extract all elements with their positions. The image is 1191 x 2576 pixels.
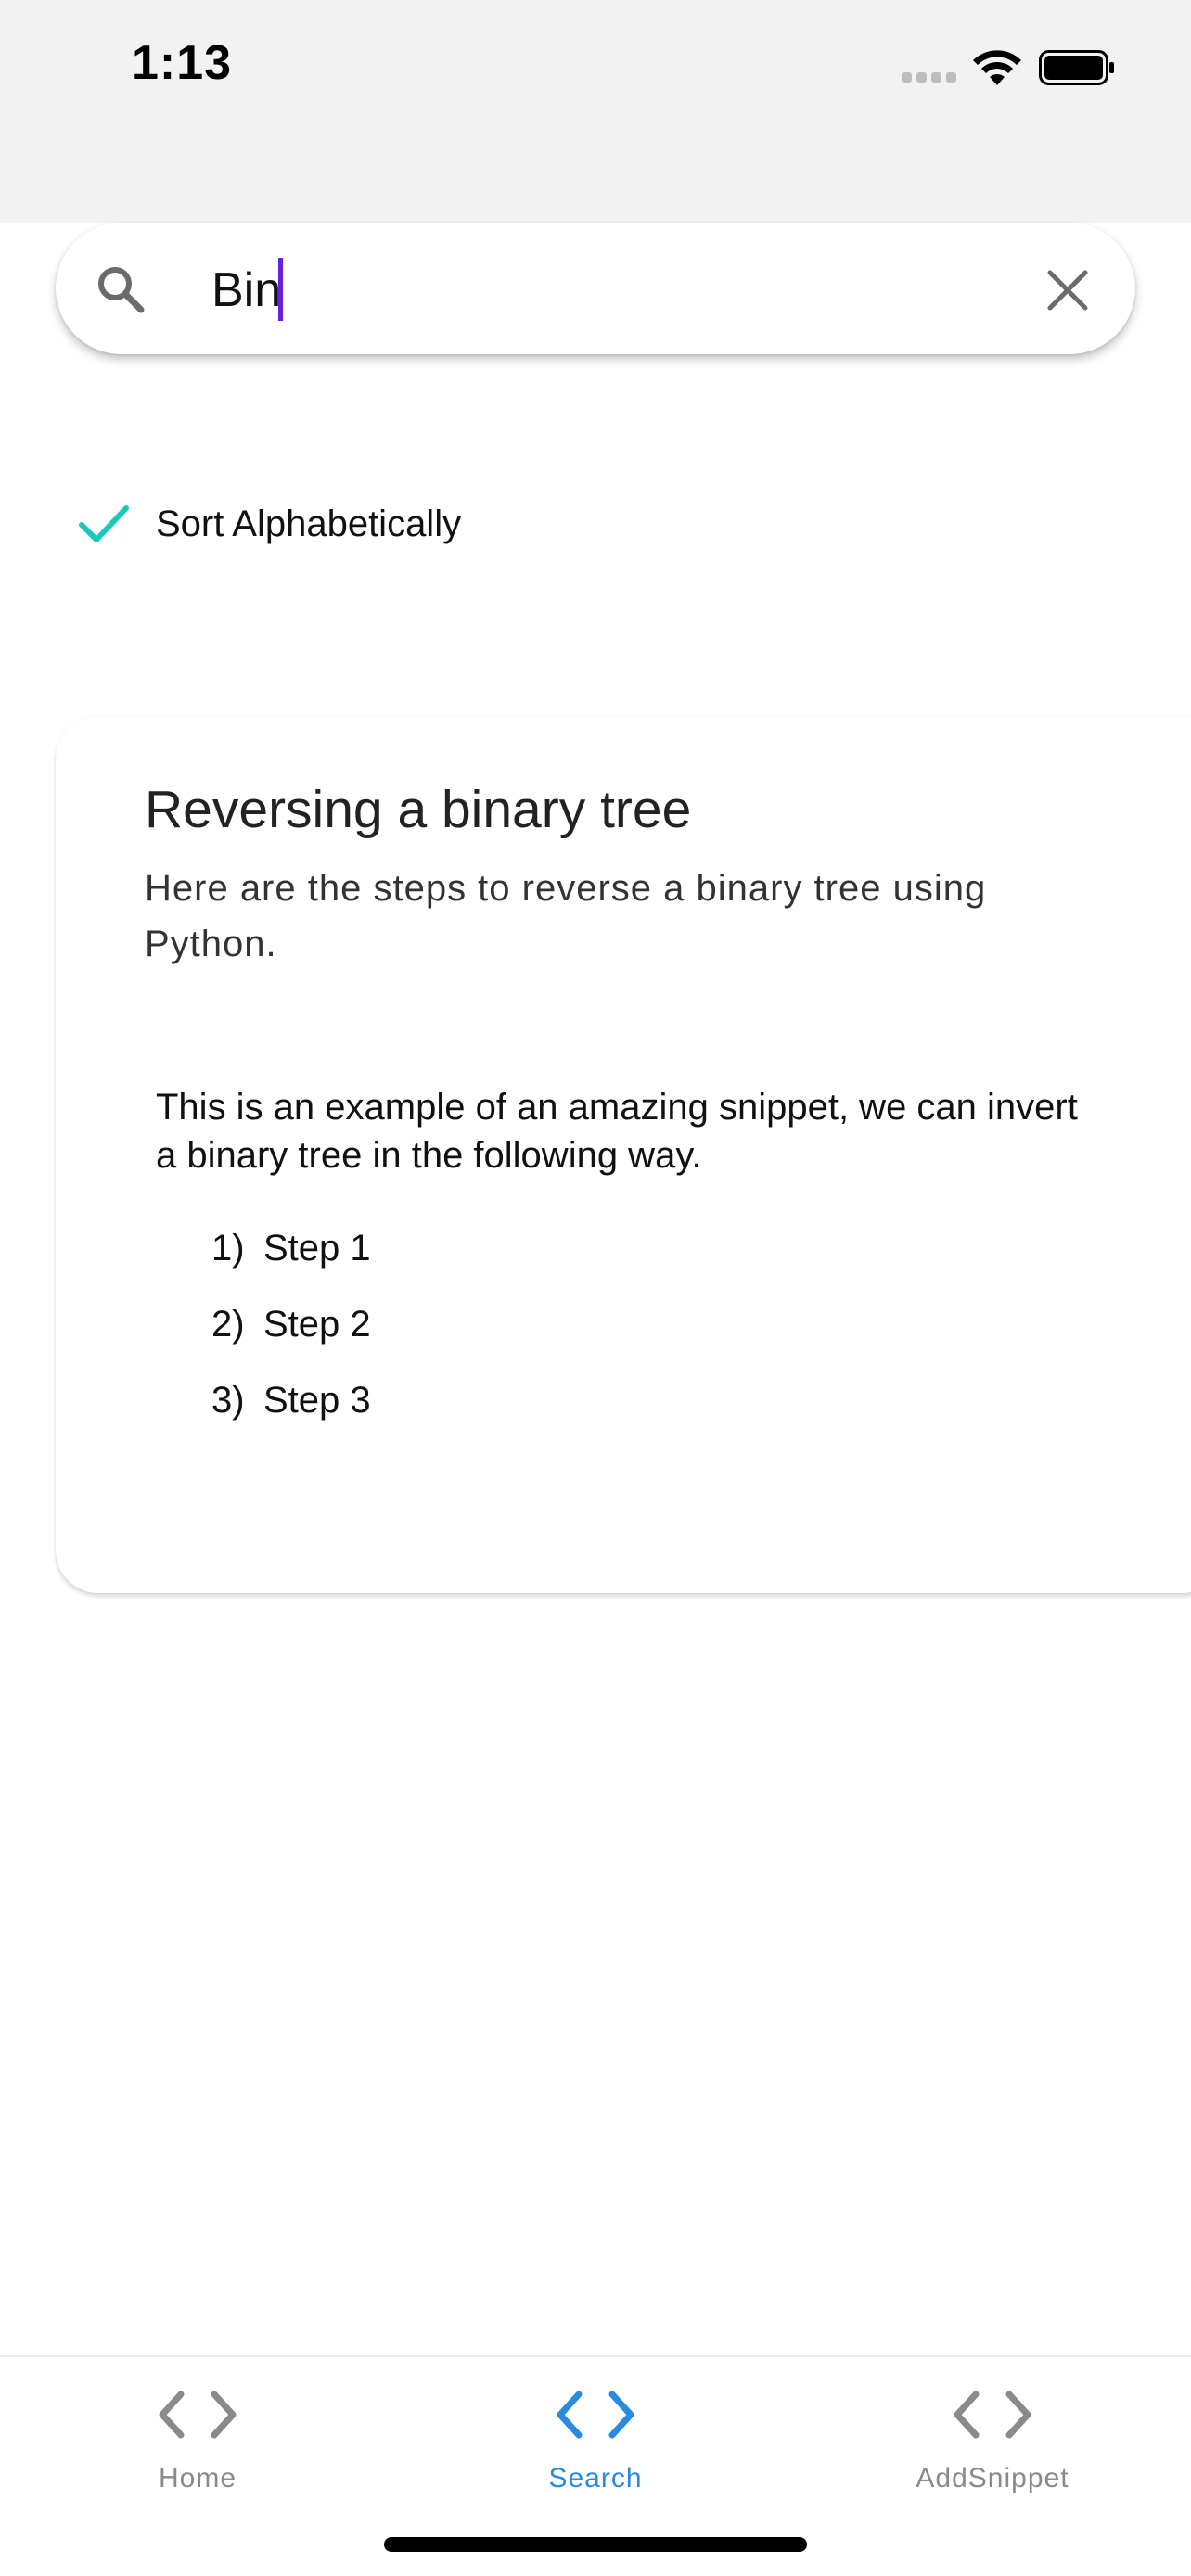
search-screen: 1:13 Bin Sort Alphabetically Reversing a… — [0, 0, 1191, 2576]
step-number: 1) — [211, 1228, 245, 1269]
sort-label: Sort Alphabetically — [156, 503, 462, 544]
list-item: 2) Step 2 — [211, 1300, 371, 1348]
text-caret — [278, 258, 283, 321]
tab-add-snippet-label: AddSnippet — [916, 2463, 1069, 2493]
step-number: 3) — [211, 1380, 245, 1421]
status-bar: 1:13 — [0, 0, 1191, 223]
tab-search-label: Search — [548, 2463, 643, 2493]
code-icon — [557, 2391, 634, 2439]
close-icon[interactable] — [1044, 267, 1091, 313]
snippet-title: Reversing a binary tree — [145, 780, 692, 839]
wifi-icon — [973, 50, 1021, 85]
step-text: Step 3 — [263, 1380, 371, 1421]
status-time: 1:13 — [132, 36, 233, 90]
cellular-signal-icon — [902, 72, 959, 83]
tab-home-label: Home — [158, 2463, 237, 2493]
snippet-subtitle: Here are the steps to reverse a binary t… — [145, 868, 987, 964]
step-text: Step 2 — [263, 1304, 371, 1345]
sort-alphabetically-toggle[interactable]: Sort Alphabetically — [78, 491, 461, 556]
snippet-steps: 1) Step 1 2) Step 2 3) Step 3 — [211, 1224, 371, 1452]
list-item: 1) Step 1 — [211, 1224, 371, 1272]
tab-home[interactable]: Home — [58, 2385, 337, 2533]
list-item: 3) Step 3 — [211, 1376, 371, 1424]
tab-add-snippet[interactable]: AddSnippet — [853, 2385, 1132, 2533]
code-icon — [159, 2391, 237, 2439]
search-input[interactable]: Bin — [211, 258, 281, 323]
snippet-body: This is an example of an amazing snippet… — [156, 1087, 1078, 1176]
code-icon — [954, 2391, 1031, 2439]
checkmark-icon — [79, 505, 129, 542]
snippet-card[interactable]: Reversing a binary tree Here are the ste… — [56, 716, 1191, 1593]
search-icon[interactable] — [93, 261, 148, 317]
battery-icon — [1039, 50, 1114, 85]
step-number: 2) — [211, 1304, 245, 1345]
home-indicator — [384, 2537, 807, 2552]
step-text: Step 1 — [263, 1228, 371, 1269]
tab-search[interactable]: Search — [456, 2385, 735, 2533]
